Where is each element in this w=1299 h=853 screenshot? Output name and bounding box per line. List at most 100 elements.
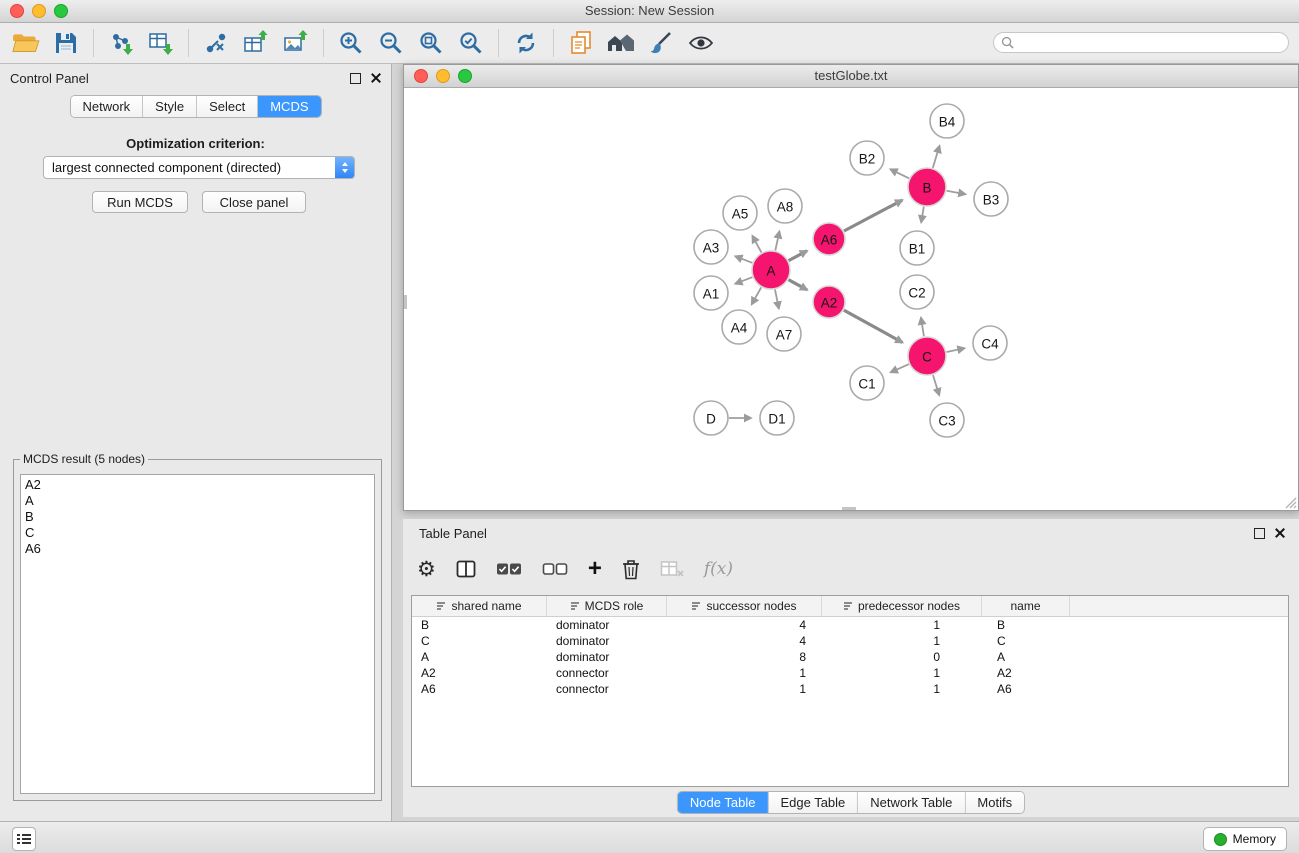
- add-column-button[interactable]: +: [588, 554, 602, 584]
- node-B2[interactable]: B2: [850, 141, 884, 175]
- close-panel-icon[interactable]: [370, 72, 381, 83]
- export-network-button[interactable]: [196, 26, 236, 60]
- delete-column-button[interactable]: [622, 554, 640, 584]
- edge-A-A2[interactable]: [789, 280, 808, 290]
- table-row[interactable]: C dominator 4 1 C: [412, 633, 1288, 649]
- window-edge-grip[interactable]: [842, 507, 856, 510]
- edge-A6-B[interactable]: [844, 200, 902, 231]
- tab-network-table[interactable]: Network Table: [857, 792, 964, 813]
- tab-style[interactable]: Style: [142, 96, 196, 117]
- mcds-result-list[interactable]: A2 A B C A6: [20, 474, 375, 794]
- node-B4[interactable]: B4: [930, 104, 964, 138]
- export-image-button[interactable]: [276, 26, 316, 60]
- edge-B-B4[interactable]: [933, 146, 940, 168]
- column-header-shared-name[interactable]: shared name: [412, 596, 547, 616]
- tab-network[interactable]: Network: [70, 96, 142, 117]
- float-panel-icon[interactable]: [350, 73, 361, 84]
- tab-node-table[interactable]: Node Table: [678, 792, 768, 813]
- deselect-all-rows-button[interactable]: [542, 554, 568, 584]
- edge-A-A4[interactable]: [752, 287, 762, 304]
- node-A2[interactable]: A2: [813, 286, 845, 318]
- close-table-panel-icon[interactable]: [1274, 527, 1285, 538]
- optimization-criterion-select[interactable]: largest connected component (directed): [43, 156, 355, 179]
- zoom-out-button[interactable]: [371, 26, 411, 60]
- edge-C-C2[interactable]: [921, 318, 924, 337]
- node-D[interactable]: D: [694, 401, 728, 435]
- edge-C-C3[interactable]: [933, 375, 939, 395]
- network-canvas-area[interactable]: B4B2BB3A8A5A6B1A3AC2A1A2A4A7C4CC1C3DD1: [404, 88, 1298, 510]
- zoom-selected-button[interactable]: [451, 26, 491, 60]
- column-header-name[interactable]: name: [982, 596, 1070, 616]
- table-settings-button[interactable]: ⚙: [417, 554, 436, 584]
- edge-A-A6[interactable]: [789, 251, 807, 261]
- tab-mcds[interactable]: MCDS: [257, 96, 320, 117]
- edge-A-A8[interactable]: [775, 231, 779, 250]
- tab-select[interactable]: Select: [196, 96, 257, 117]
- resize-grip[interactable]: [1284, 496, 1297, 509]
- edge-C-C4[interactable]: [947, 348, 965, 352]
- table-row[interactable]: B dominator 4 1 B: [412, 617, 1288, 633]
- import-network-button[interactable]: [101, 26, 141, 60]
- node-A6[interactable]: A6: [813, 223, 845, 255]
- node-C1[interactable]: C1: [850, 366, 884, 400]
- edge-A-A7[interactable]: [775, 290, 779, 309]
- search-input[interactable]: [1014, 34, 1288, 52]
- node-A4[interactable]: A4: [722, 310, 756, 344]
- zoom-fit-button[interactable]: [411, 26, 451, 60]
- window-edge-grip[interactable]: [404, 295, 407, 309]
- node-A7[interactable]: A7: [767, 317, 801, 351]
- tab-motifs[interactable]: Motifs: [964, 792, 1024, 813]
- delete-table-button-disabled[interactable]: [660, 554, 684, 584]
- network-window-titlebar[interactable]: testGlobe.txt: [404, 65, 1298, 88]
- edge-A-A1[interactable]: [735, 277, 752, 284]
- result-item[interactable]: B: [21, 509, 374, 525]
- home-networks-button[interactable]: [601, 26, 641, 60]
- window-titlebar[interactable]: Session: New Session: [0, 0, 1299, 23]
- table-row[interactable]: A6 connector 1 1 A6: [412, 681, 1288, 697]
- style-brush-button[interactable]: [641, 26, 681, 60]
- edge-A-A5[interactable]: [752, 236, 761, 253]
- tab-edge-table[interactable]: Edge Table: [767, 792, 857, 813]
- node-A5[interactable]: A5: [723, 196, 757, 230]
- node-A[interactable]: A: [752, 251, 790, 289]
- show-panel-list-button[interactable]: [12, 827, 36, 851]
- node-B[interactable]: B: [908, 168, 946, 206]
- node-A3[interactable]: A3: [694, 230, 728, 264]
- node-B3[interactable]: B3: [974, 182, 1008, 216]
- column-header-mcds-role[interactable]: MCDS role: [547, 596, 667, 616]
- edge-A2-C[interactable]: [844, 310, 903, 342]
- run-mcds-button[interactable]: Run MCDS: [92, 191, 188, 213]
- node-A1[interactable]: A1: [694, 276, 728, 310]
- edge-A-A3[interactable]: [735, 256, 752, 263]
- float-table-panel-icon[interactable]: [1254, 528, 1265, 539]
- table-row[interactable]: A dominator 8 0 A: [412, 649, 1288, 665]
- function-builder-button-disabled[interactable]: f(x): [704, 554, 733, 584]
- export-table-button[interactable]: [236, 26, 276, 60]
- open-file-button[interactable]: [6, 26, 46, 60]
- network-canvas[interactable]: B4B2BB3A8A5A6B1A3AC2A1A2A4A7C4CC1C3DD1: [404, 88, 1298, 510]
- edge-C-C1[interactable]: [891, 364, 909, 372]
- apply-layout-button[interactable]: [506, 26, 546, 60]
- save-session-button[interactable]: [46, 26, 86, 60]
- node-C[interactable]: C: [908, 337, 946, 375]
- edge-B-B1[interactable]: [921, 207, 924, 223]
- column-header-predecessor-nodes[interactable]: predecessor nodes: [822, 596, 982, 616]
- node-D1[interactable]: D1: [760, 401, 794, 435]
- result-item[interactable]: A2: [21, 477, 374, 493]
- search-field[interactable]: [993, 32, 1289, 53]
- node-C2[interactable]: C2: [900, 275, 934, 309]
- show-hide-button[interactable]: [681, 26, 721, 60]
- close-panel-button[interactable]: Close panel: [202, 191, 306, 213]
- edge-B-B3[interactable]: [947, 191, 966, 195]
- open-session-panel-button[interactable]: [561, 26, 601, 60]
- column-header-successor-nodes[interactable]: successor nodes: [667, 596, 822, 616]
- node-C4[interactable]: C4: [973, 326, 1007, 360]
- edge-B-B2[interactable]: [890, 169, 909, 178]
- select-all-rows-button[interactable]: [496, 554, 522, 584]
- zoom-in-button[interactable]: [331, 26, 371, 60]
- show-columns-button[interactable]: [456, 554, 476, 584]
- table-row[interactable]: A2 connector 1 1 A2: [412, 665, 1288, 681]
- memory-indicator[interactable]: Memory: [1203, 827, 1287, 851]
- result-item[interactable]: C: [21, 525, 374, 541]
- node-C3[interactable]: C3: [930, 403, 964, 437]
